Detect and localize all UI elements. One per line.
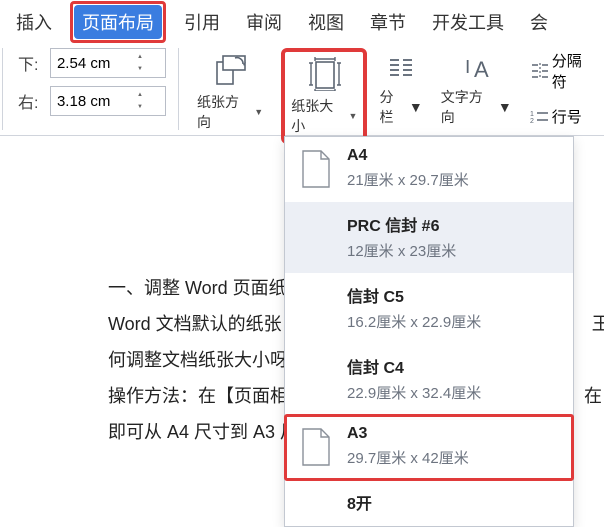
option-dimensions: 22.9厘米 x 32.4厘米 [347, 382, 481, 403]
line-numbers-button[interactable]: 12 行号 [530, 106, 596, 127]
option-title: A3 [347, 425, 469, 443]
ribbon-toolbar: 下: ▲▼ 右: ▲▼ 纸张方向▼ 纸张大小▼ [0, 44, 604, 136]
chevron-down-icon: ▼ [349, 111, 358, 121]
orientation-label: 纸张方向 [197, 92, 252, 132]
paper-size-option[interactable]: PRC 信封 #6 12厘米 x 23厘米 [285, 202, 573, 273]
page-icon [299, 149, 333, 189]
paper-size-icon [307, 56, 341, 92]
highlight-page-layout: 页面布局 [70, 1, 166, 43]
orientation-button[interactable]: 纸张方向▼ [191, 48, 269, 136]
line-numbers-label: 行号 [552, 106, 582, 127]
columns-label: 分栏 [379, 87, 406, 127]
margin-right-input[interactable]: ▲▼ [50, 86, 166, 116]
margin-inputs: 下: ▲▼ 右: ▲▼ [18, 48, 166, 116]
margin-right-field[interactable] [51, 91, 131, 112]
text-direction-label: 文字方向 [441, 87, 496, 127]
columns-button[interactable]: 分栏▼ [379, 51, 422, 127]
page-icon [299, 427, 333, 467]
breaks-button[interactable]: 分隔符 [530, 50, 596, 92]
svg-text:1: 1 [530, 111, 534, 118]
option-dimensions: 12厘米 x 23厘米 [347, 240, 456, 261]
option-title: PRC 信封 #6 [347, 212, 456, 236]
paper-size-option[interactable]: A4 21厘米 x 29.7厘米 [285, 137, 573, 202]
text-direction-icon: ⅠA [462, 51, 490, 87]
margin-right-label: 右: [18, 89, 44, 113]
tab-insert[interactable]: 插入 [8, 5, 60, 39]
chevron-down-icon: ▼ [498, 99, 512, 115]
chevron-down-icon: ▼ [254, 107, 263, 117]
paper-size-option[interactable]: A3 29.7厘米 x 42厘米 [285, 415, 573, 480]
tab-developer[interactable]: 开发工具 [424, 5, 512, 39]
paper-size-button[interactable]: 纸张大小▼ [281, 48, 367, 144]
chevron-down-icon: ▼ [409, 99, 423, 115]
svg-text:2: 2 [530, 118, 534, 125]
text-direction-button[interactable]: ⅠA 文字方向▼ [441, 51, 512, 127]
breaks-icon [530, 62, 550, 80]
option-dimensions: 16.2厘米 x 22.9厘米 [347, 311, 481, 332]
stepper[interactable]: ▲▼ [131, 89, 149, 113]
margin-bottom-field[interactable] [51, 53, 131, 74]
paper-size-option[interactable]: 8开 [285, 480, 573, 526]
tab-references[interactable]: 引用 [176, 5, 228, 39]
option-title: 信封 C4 [347, 354, 481, 378]
separator [178, 48, 179, 130]
svg-text:A: A [474, 57, 489, 82]
orientation-icon [213, 52, 247, 88]
breaks-label: 分隔符 [552, 50, 596, 92]
line-numbers-icon: 12 [530, 108, 550, 126]
svg-text:Ⅰ: Ⅰ [465, 57, 470, 77]
paper-size-label: 纸张大小 [291, 96, 346, 136]
paper-size-dropdown: A4 21厘米 x 29.7厘米 PRC 信封 #6 12厘米 x 23厘米信封 C5… [284, 136, 574, 527]
tab-view[interactable]: 视图 [300, 5, 352, 39]
option-dimensions: 29.7厘米 x 42厘米 [347, 447, 469, 468]
option-title: A4 [347, 147, 469, 165]
option-title: 8开 [347, 490, 372, 514]
option-dimensions: 21厘米 x 29.7厘米 [347, 169, 469, 190]
tab-section[interactable]: 章节 [362, 5, 414, 39]
option-title: 信封 C5 [347, 283, 481, 307]
ribbon-tabs: 插入 页面布局 引用 审阅 视图 章节 开发工具 会 [0, 0, 604, 44]
paper-size-option[interactable]: 信封 C4 22.9厘米 x 32.4厘米 [285, 344, 573, 415]
margin-bottom-label: 下: [18, 51, 44, 75]
margin-bottom-input[interactable]: ▲▼ [50, 48, 166, 78]
tab-page-layout[interactable]: 页面布局 [74, 5, 162, 39]
paper-size-option[interactable]: 信封 C5 16.2厘米 x 22.9厘米 [285, 273, 573, 344]
tab-meeting-partial[interactable]: 会 [522, 5, 556, 39]
columns-icon [387, 51, 415, 87]
stepper[interactable]: ▲▼ [131, 51, 149, 75]
tab-review[interactable]: 审阅 [238, 5, 290, 39]
